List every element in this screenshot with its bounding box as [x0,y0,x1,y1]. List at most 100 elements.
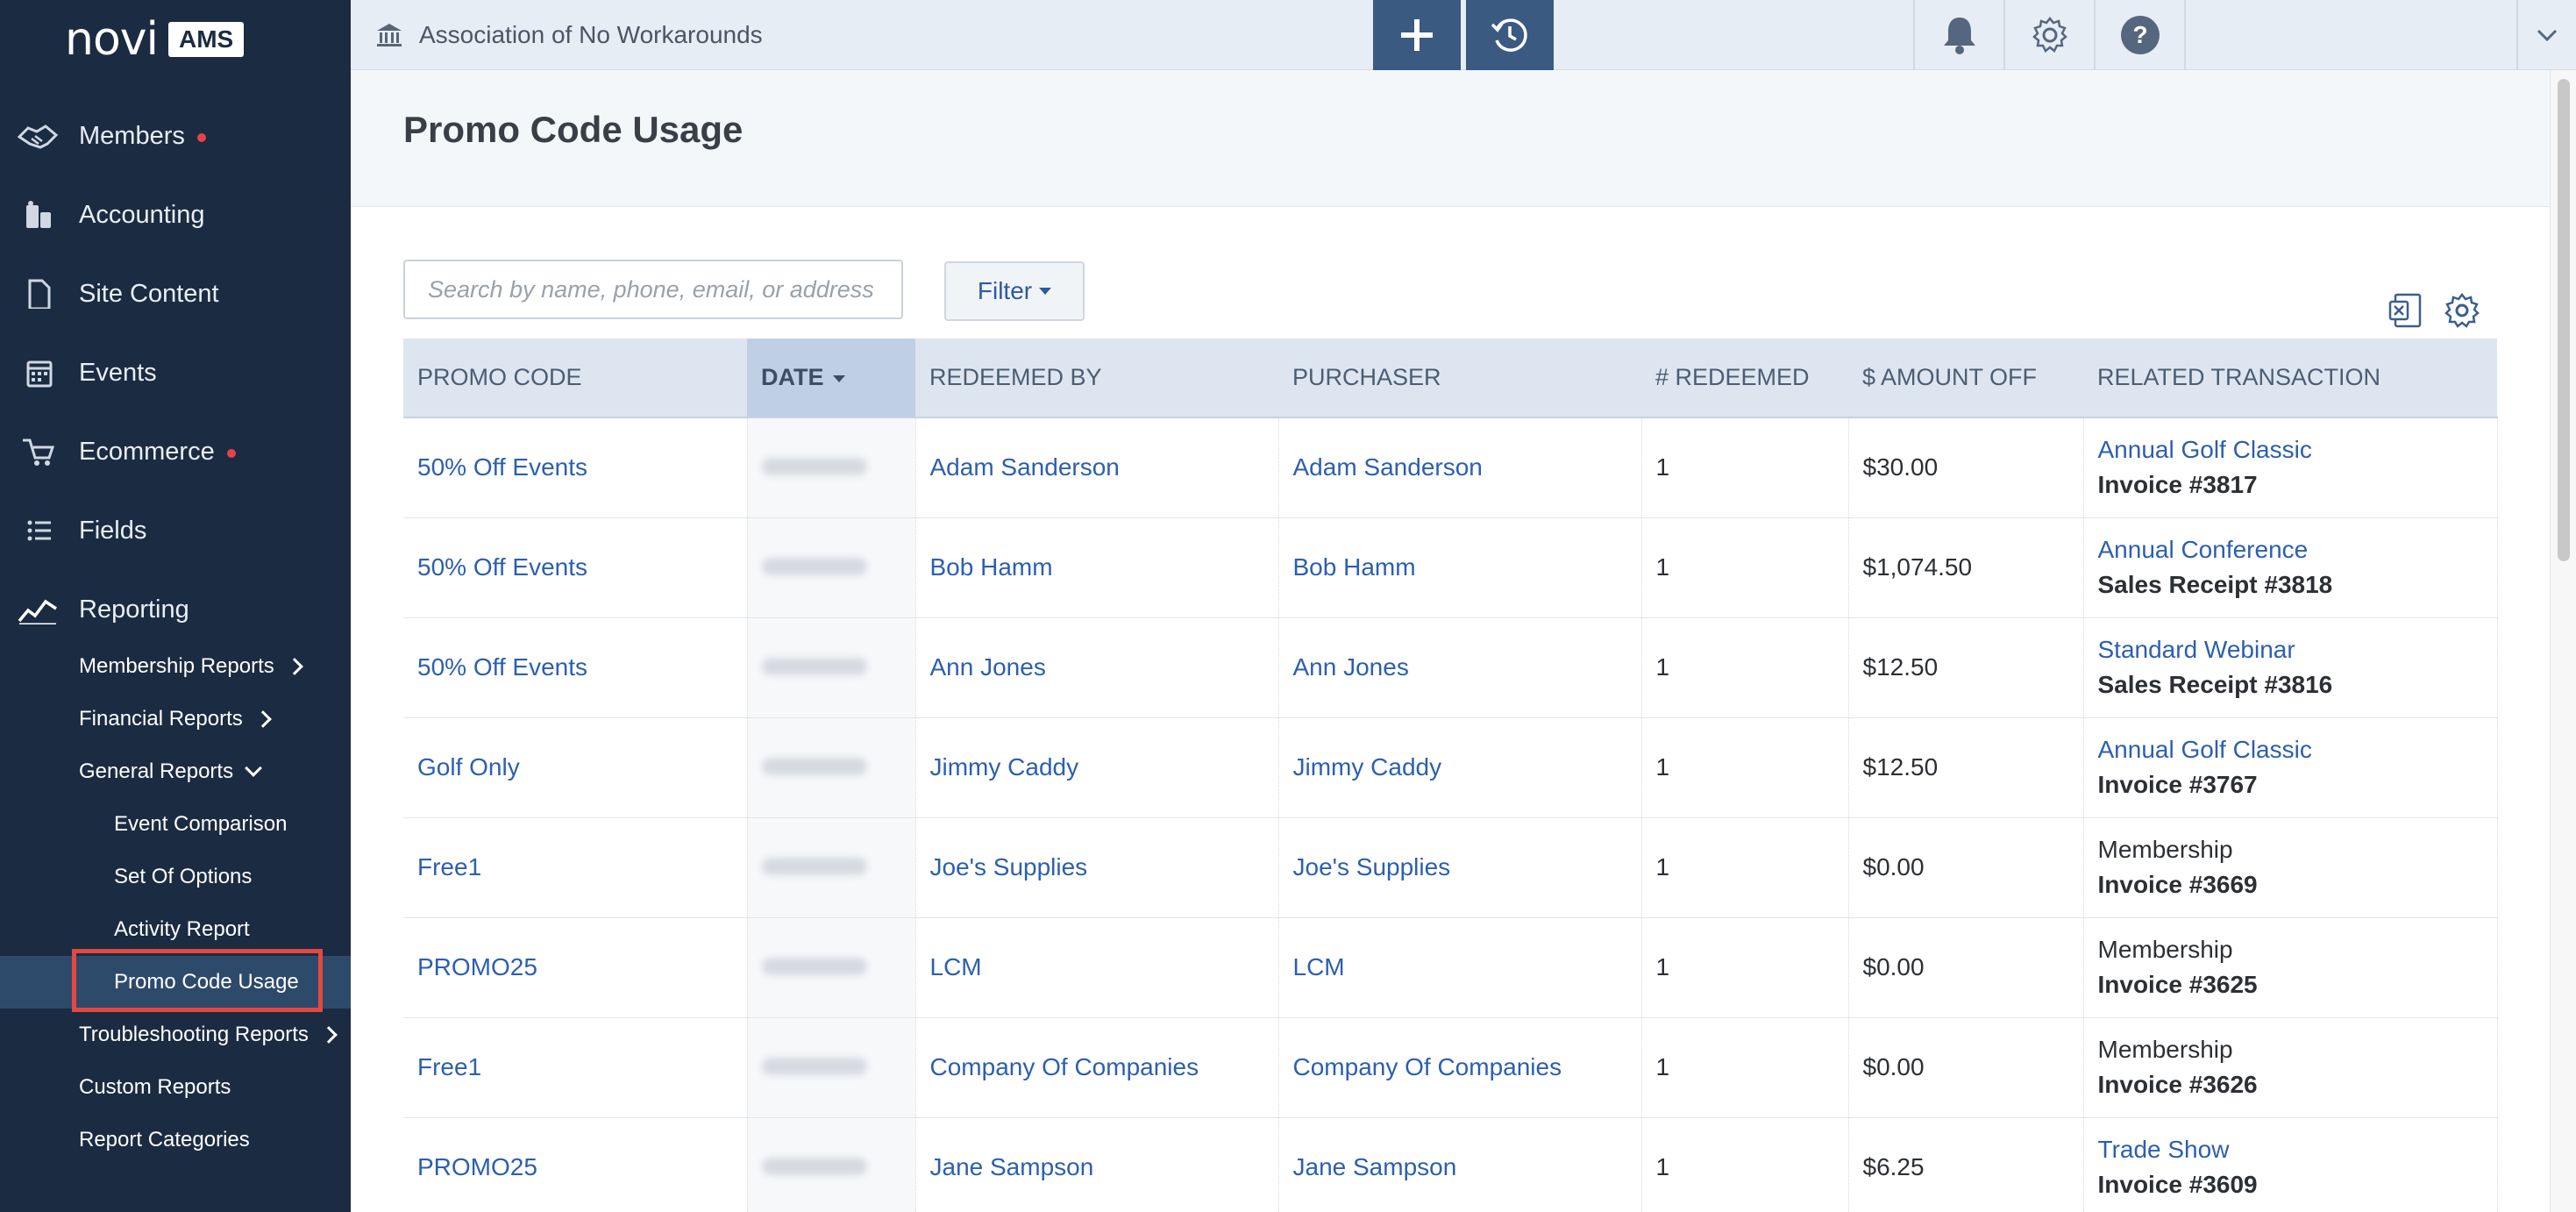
purchaser-link[interactable]: Joe's Supplies [1278,817,1642,918]
redacted-date [761,1158,867,1175]
redeemed-by-link[interactable]: Joe's Supplies [915,817,1279,918]
column-header-related-transaction[interactable]: RELATED TRANSACTION [2083,339,2497,418]
column-header-redeemed-by[interactable]: REDEEMED BY [915,339,1278,418]
transaction-title: Membership [2097,936,2233,963]
notifications-button[interactable] [1913,0,2003,70]
column-header-amount-off[interactable]: $ AMOUNT OFF [1848,339,2083,418]
promo-code-link[interactable]: Free1 [403,817,748,918]
promo-code-link[interactable]: PROMO25 [403,1117,748,1212]
sidebar-item-events[interactable]: Events [0,333,351,412]
transaction-title[interactable]: Trade Show [2098,1132,2497,1167]
promo-code-link[interactable]: 50% Off Events [403,517,748,618]
transaction-title[interactable]: Annual Conference [2098,532,2497,567]
help-button[interactable]: ? [2094,0,2184,70]
transaction-title[interactable]: Standard Webinar [2098,632,2497,667]
sidebar-item-general-reports[interactable]: General Reports [0,751,351,793]
date-cell [747,917,916,1018]
filter-label: Filter [977,277,1033,304]
excel-export-icon[interactable] [2387,291,2425,330]
purchaser-link[interactable]: Jimmy Caddy [1278,717,1642,818]
handshake-icon [18,125,58,149]
redeemed-by-link[interactable]: Bob Hamm [915,517,1279,618]
sidebar-item-ecommerce[interactable]: Ecommerce [0,412,351,491]
sidebar-item-site-content[interactable]: Site Content [0,254,351,333]
table-row: PROMO25 Jane Sampson Jane Sampson 1 $6.25 Tra… [403,1117,2498,1212]
amount-off: $0.00 [1848,817,2084,918]
promo-code-link[interactable]: Free1 [403,1017,748,1118]
table-settings-icon[interactable] [2443,291,2481,330]
filter-button[interactable]: Filter [944,261,1085,321]
purchaser-link[interactable]: Bob Hamm [1278,517,1642,618]
column-header-date[interactable]: DATE [747,339,915,418]
redeemed-by-link[interactable]: LCM [915,917,1279,1018]
column-header-count-redeemed[interactable]: # REDEEMED [1641,339,1848,418]
history-button[interactable] [1466,0,1554,70]
redeemed-count: 1 [1641,917,1849,1018]
page-title: Promo Code Usage [403,109,744,150]
redeemed-by-link[interactable]: Jane Sampson [915,1117,1279,1212]
related-transaction-cell: Membership Invoice #3669 [2083,817,2498,918]
sidebar-item-financial-reports[interactable]: Financial Reports [0,698,351,740]
add-button[interactable] [1373,0,1461,70]
sidebar-item-report-categories[interactable]: Report Categories [0,1119,351,1161]
sidebar-item-reporting[interactable]: Reporting [0,570,351,649]
related-transaction-cell: Annual Conference Sales Receipt #3818 [2083,517,2498,618]
related-transaction-cell: Membership Invoice #3625 [2083,917,2498,1018]
scrollbar[interactable] [2550,70,2576,1212]
promo-code-link[interactable]: PROMO25 [403,917,748,1018]
settings-button[interactable] [2003,0,2094,70]
redeemed-by-link[interactable]: Ann Jones [915,617,1279,718]
sidebar-item-set-of-options[interactable]: Set Of Options [0,856,351,898]
table-row: Golf Only Jimmy Caddy Jimmy Caddy 1 $12.50 An… [403,717,2498,818]
redeemed-count: 1 [1641,717,1849,818]
organization-switcher[interactable]: Association of No Workarounds [375,0,763,70]
sidebar-item-label: Fields [79,516,147,545]
date-cell [747,1017,916,1118]
redeemed-by-link[interactable]: Adam Sanderson [915,417,1279,518]
purchaser-link[interactable]: Company Of Companies [1278,1017,1642,1118]
purchaser-link[interactable]: Jane Sampson [1278,1117,1642,1212]
sidebar-item-custom-reports[interactable]: Custom Reports [0,1066,351,1109]
column-header-promo-code[interactable]: PROMO CODE [403,339,747,418]
date-cell [747,817,916,918]
sidebar-item-label: Accounting [79,200,205,229]
transaction-title[interactable]: Annual Golf Classic [2098,732,2497,767]
cart-icon [23,438,55,466]
promo-code-table: PROMO CODE DATE REDEEMED BY PURCHASER # … [403,339,2498,1212]
redacted-date [761,758,867,775]
sidebar-item-label: Membership Reports [79,654,274,678]
sidebar-item-members[interactable]: Members [0,96,351,175]
account-menu-button[interactable] [2516,0,2576,70]
transaction-reference: Invoice #3609 [2097,1171,2258,1198]
logo[interactable]: novi AMS [65,17,245,62]
transaction-title: Membership [2097,836,2233,863]
redacted-date [761,458,867,476]
promo-code-link[interactable]: 50% Off Events [403,617,748,718]
sidebar-item-fields[interactable]: Fields [0,491,351,570]
transaction-title[interactable]: Annual Golf Classic [2098,432,2497,467]
purchaser-link[interactable]: LCM [1278,917,1642,1018]
sidebar-item-troubleshooting-reports[interactable]: Troubleshooting Reports [0,1014,351,1056]
redeemed-by-link[interactable]: Company Of Companies [915,1017,1279,1118]
sidebar: novi AMS Members Accounting Site Content… [0,0,351,1212]
transaction-reference: Invoice #3626 [2097,1071,2258,1098]
amount-off: $6.25 [1848,1117,2084,1212]
search-input[interactable] [403,260,903,319]
sidebar-item-membership-reports[interactable]: Membership Reports [0,645,351,688]
date-cell [747,717,916,818]
related-transaction-cell: Annual Golf Classic Invoice #3767 [2083,717,2498,818]
sidebar-item-activity-report[interactable]: Activity Report [0,909,351,951]
purchaser-link[interactable]: Adam Sanderson [1278,417,1642,518]
purchaser-link[interactable]: Ann Jones [1278,617,1642,718]
sidebar-item-accounting[interactable]: Accounting [0,175,351,254]
amount-off: $0.00 [1848,917,2084,1018]
sidebar-item-event-comparison[interactable]: Event Comparison [0,803,351,845]
column-header-purchaser[interactable]: PURCHASER [1278,339,1641,418]
promo-code-link[interactable]: 50% Off Events [403,417,748,518]
promo-code-link[interactable]: Golf Only [403,717,748,818]
scrollbar-thumb[interactable] [2558,79,2570,561]
sidebar-item-label: Ecommerce [79,437,215,466]
date-cell [747,617,916,718]
redeemed-by-link[interactable]: Jimmy Caddy [915,717,1279,818]
calculator-icon [26,201,51,228]
